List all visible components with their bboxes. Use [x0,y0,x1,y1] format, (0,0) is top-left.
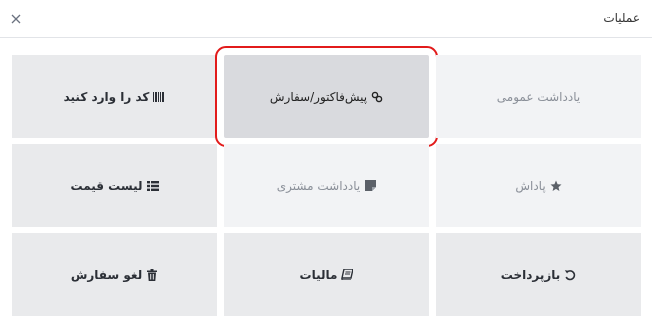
quotation-order-button[interactable]: پیش‌فاکتور/سفارش [215,46,438,147]
price-list-label: لیست قیمت [70,178,143,193]
cancel-order-button[interactable]: لغو سفارش [12,233,217,316]
close-icon[interactable] [9,11,23,25]
list-icon [146,180,159,192]
customer-note-button[interactable]: یادداشت مشتری [224,144,429,227]
barcode-icon [153,91,165,103]
general-note-label: یادداشت عمومی [496,89,581,104]
reward-button[interactable]: پاداش [436,144,641,227]
dialog-title: عملیات [603,11,640,25]
tax-label: مالیات [299,267,338,282]
trash-icon [146,268,158,281]
operations-dialog: عملیات کد را وارد کنید [0,0,652,326]
book-icon [341,269,354,281]
general-note-button[interactable]: یادداشت عمومی [436,55,641,138]
star-icon [550,180,562,192]
customer-note-label: یادداشت مشتری [276,178,361,193]
price-list-button[interactable]: لیست قیمت [12,144,217,227]
cancel-order-label: لغو سفارش [70,267,143,282]
enter-code-button[interactable]: کد را وارد کنید [12,55,217,138]
sticky-note-icon [364,180,376,192]
refund-label: بازپرداخت [500,267,561,282]
undo-icon [564,269,576,281]
refund-button[interactable]: بازپرداخت [436,233,641,316]
link-icon [371,91,383,103]
operations-grid: کد را وارد کنید پیش‌فاکتور/سفارش یادداشت… [12,46,641,316]
dialog-header: عملیات [0,0,652,38]
tax-button[interactable]: مالیات [224,233,429,316]
reward-label: پاداش [515,178,546,193]
enter-code-label: کد را وارد کنید [63,89,150,104]
quotation-order-label: پیش‌فاکتور/سفارش [269,89,368,104]
